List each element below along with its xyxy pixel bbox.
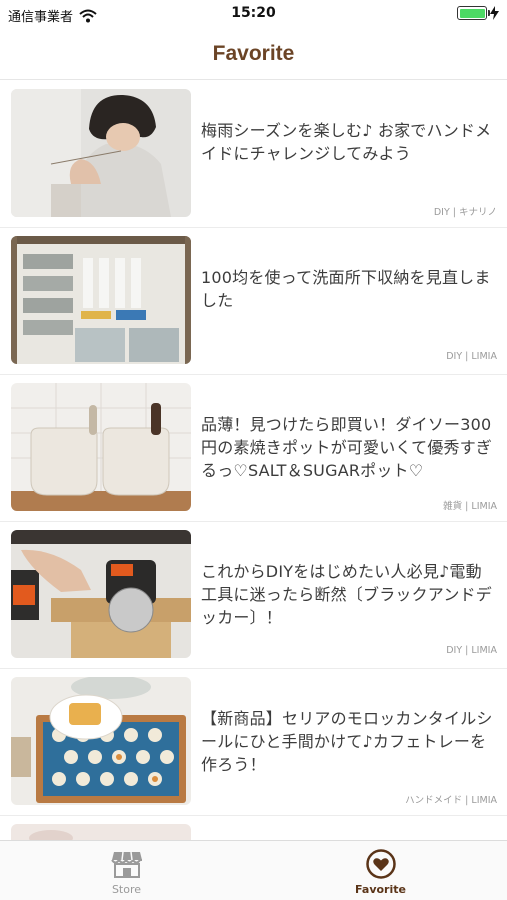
carrier-name: 通信事業者 [8, 10, 74, 25]
page-title: Favorite [212, 41, 295, 65]
tab-favorite-label: Favorite [355, 883, 406, 896]
article-source: ハンドメイド | LIMIA [405, 795, 497, 806]
store-icon [110, 851, 142, 878]
article-title: 【新商品】セリアのモロッカンタイルシールにひと手間かけて♪カフェトレーを作ろう！ [201, 709, 493, 774]
tab-store[interactable]: Store [0, 841, 253, 900]
article-title: 梅雨シーズンを楽しむ♪ お家でハンドメイドにチャレンジしてみよう [201, 121, 492, 163]
article-thumbnail[interactable] [11, 89, 191, 217]
heart-icon [365, 849, 396, 879]
article-item[interactable]: 100均を使って洗面所下収納を見直しました DIY | LIMIA [0, 228, 507, 375]
battery-indicator [457, 6, 499, 20]
article-item[interactable]: 梅雨シーズンを楽しむ♪ お家でハンドメイドにチャレンジしてみよう DIY | キ… [0, 81, 507, 228]
charging-bolt-icon [490, 6, 499, 20]
article-item[interactable]: 品薄！見つけたら即買い！ダイソー300円の素焼きポットが可愛いくて優秀すぎるっ♡… [0, 375, 507, 522]
tab-store-label: Store [111, 883, 142, 896]
article-item-partial[interactable] [0, 816, 507, 840]
favorite-article-list[interactable]: 梅雨シーズンを楽しむ♪ お家でハンドメイドにチャレンジしてみよう DIY | キ… [0, 81, 507, 840]
status-bar: 通信事業者 15:20 [0, 0, 507, 28]
tab-bar: Store Favorite [0, 840, 507, 900]
article-thumbnail[interactable] [11, 236, 191, 364]
article-source: DIY | キナリノ [433, 207, 497, 218]
article-title: これからDIYをはじめたい人必見♪電動工具に迷ったら断然〔ブラックアンドデッカー… [201, 562, 492, 627]
article-title: 品薄！見つけたら即買い！ダイソー300円の素焼きポットが可愛いくて優秀すぎるっ♡… [201, 415, 493, 480]
article-item[interactable]: 【新商品】セリアのモロッカンタイルシールにひと手間かけて♪カフェトレーを作ろう！… [0, 669, 507, 816]
article-source: DIY | LIMIA [446, 645, 497, 656]
article-title: 100均を使って洗面所下収納を見直しました [201, 268, 491, 310]
article-thumbnail[interactable] [11, 530, 191, 658]
article-thumbnail[interactable] [11, 824, 191, 840]
carrier-group: 通信事業者 [8, 6, 97, 25]
article-thumbnail[interactable] [11, 677, 191, 805]
article-source: DIY | LIMIA [446, 351, 497, 362]
tab-favorite[interactable]: Favorite [254, 841, 507, 900]
wifi-icon [79, 9, 97, 22]
navigation-bar: Favorite [0, 28, 507, 80]
article-source: 雑貨 | LIMIA [443, 501, 497, 512]
battery-icon [457, 6, 490, 20]
article-item[interactable]: これからDIYをはじめたい人必見♪電動工具に迷ったら断然〔ブラックアンドデッカー… [0, 522, 507, 669]
article-thumbnail[interactable] [11, 383, 191, 511]
